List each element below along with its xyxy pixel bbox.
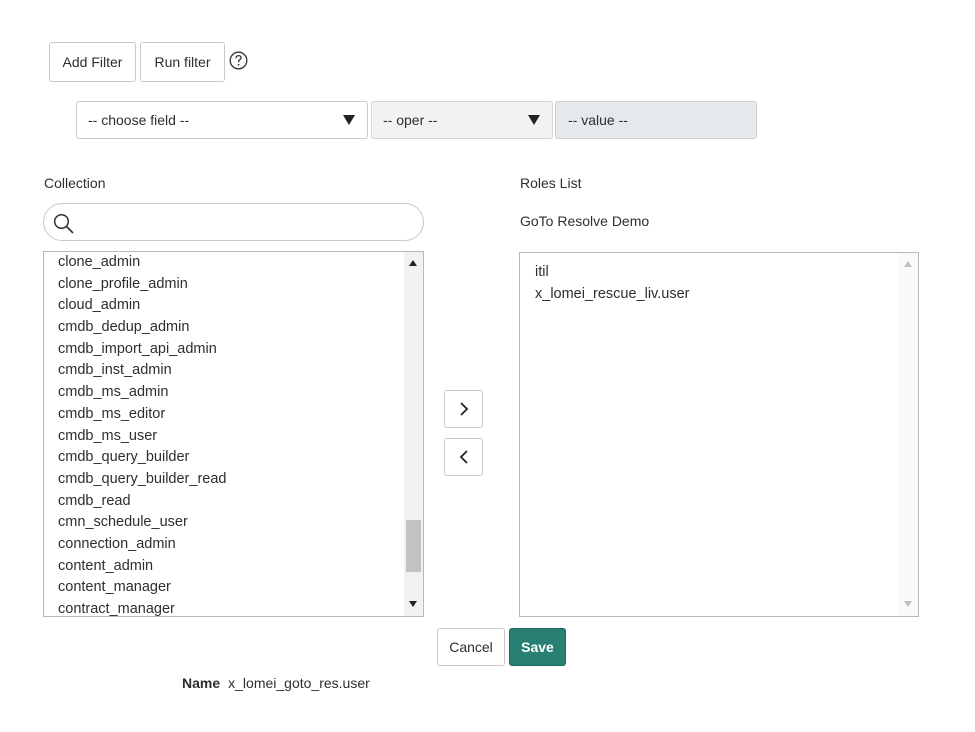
scroll-down-arrow-icon[interactable] — [904, 601, 912, 607]
collection-list-item[interactable]: clone_profile_admin — [58, 274, 226, 296]
collection-list-item[interactable]: cmdb_query_builder_read — [58, 469, 226, 491]
roles-scrollbar[interactable] — [899, 253, 918, 616]
choose-field-select[interactable]: -- choose field -- — [76, 101, 368, 139]
edit-members-form: Add Filter Run filter -- choose field --… — [0, 0, 975, 732]
collection-list-item[interactable]: cmdb_dedup_admin — [58, 317, 226, 339]
name-field: Name x_lomei_goto_res.user — [182, 675, 370, 691]
collection-search[interactable] — [43, 203, 424, 241]
collection-scrollbar[interactable] — [404, 252, 423, 616]
collection-list-item[interactable]: cmdb_ms_editor — [58, 404, 226, 426]
group-name-label: GoTo Resolve Demo — [520, 213, 650, 229]
collection-list-item[interactable]: clone_admin — [58, 252, 226, 274]
collection-list-item[interactable]: cmdb_import_api_admin — [58, 339, 226, 361]
collection-list-item[interactable]: cmn_schedule_user — [58, 512, 226, 534]
save-button[interactable]: Save — [509, 628, 566, 666]
roles-list-item[interactable]: itil — [535, 261, 689, 283]
operator-value: -- oper -- — [383, 112, 438, 128]
collection-list-item[interactable]: contract_manager — [58, 599, 226, 616]
value-placeholder: -- value -- — [568, 112, 628, 128]
choose-field-value: -- choose field -- — [88, 112, 190, 128]
operator-select[interactable]: -- oper -- — [371, 101, 553, 139]
collection-listbox[interactable]: clone_admin clone_profile_admin cloud_admi… — [43, 251, 424, 617]
scroll-down-arrow-icon[interactable] — [409, 601, 417, 607]
cancel-button[interactable]: Cancel — [437, 628, 505, 666]
remove-from-roles-button[interactable] — [444, 438, 483, 476]
collection-list-item[interactable]: content_manager — [58, 577, 226, 599]
collection-list-item[interactable]: connection_admin — [58, 534, 226, 556]
add-filter-button[interactable]: Add Filter — [49, 42, 136, 82]
collection-list-item[interactable]: cmdb_ms_user — [58, 426, 226, 448]
add-to-roles-button[interactable] — [444, 390, 483, 428]
scroll-up-arrow-icon[interactable] — [904, 261, 912, 267]
scroll-thumb[interactable] — [406, 520, 421, 572]
dropdown-arrow-icon — [343, 115, 355, 125]
dropdown-arrow-icon — [528, 115, 540, 125]
collection-list-item[interactable]: cmdb_query_builder — [58, 447, 226, 469]
search-input[interactable] — [82, 210, 412, 234]
chevron-right-icon — [459, 402, 468, 416]
search-icon — [53, 213, 74, 234]
name-label: Name — [182, 675, 221, 691]
collection-label: Collection — [44, 175, 106, 191]
chevron-left-icon — [459, 450, 468, 464]
value-field: -- value -- — [555, 101, 757, 139]
collection-list-item[interactable]: cmdb_read — [58, 491, 226, 513]
name-value: x_lomei_goto_res.user — [228, 675, 370, 691]
roles-list-item[interactable]: x_lomei_rescue_liv.user — [535, 283, 689, 305]
roles-list: itil x_lomei_rescue_liv.user — [535, 261, 689, 305]
roles-listbox[interactable]: itil x_lomei_rescue_liv.user — [519, 252, 919, 617]
roles-list-label: Roles List — [520, 175, 582, 191]
collection-list-item[interactable]: cmdb_ms_admin — [58, 382, 226, 404]
collection-list: clone_admin clone_profile_admin cloud_admi… — [58, 252, 226, 616]
collection-list-item[interactable]: cloud_admin — [58, 295, 226, 317]
collection-list-item[interactable]: cmdb_inst_admin — [58, 360, 226, 382]
scroll-up-arrow-icon[interactable] — [409, 260, 417, 266]
collection-list-item[interactable]: content_admin — [58, 556, 226, 578]
question-circle-icon[interactable] — [229, 51, 248, 70]
run-filter-button[interactable]: Run filter — [140, 42, 225, 82]
